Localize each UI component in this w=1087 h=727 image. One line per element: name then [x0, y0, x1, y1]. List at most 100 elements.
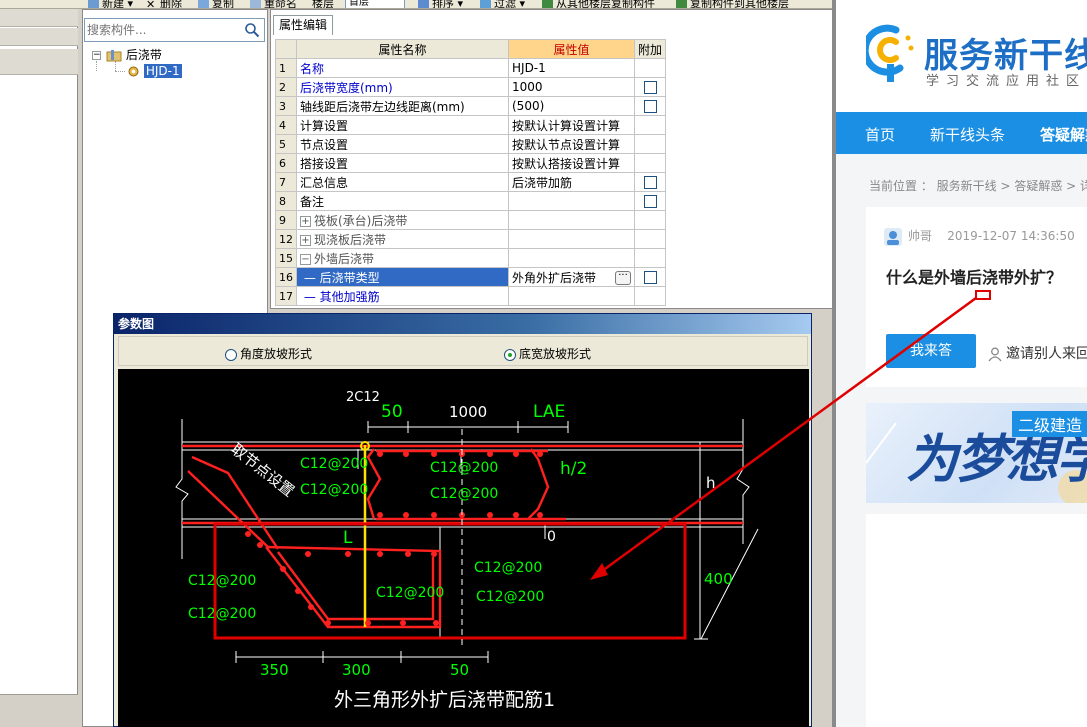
new-button[interactable]: 新建 ▾ [88, 0, 133, 8]
tree-item-hjd1[interactable]: HJD-1 [127, 63, 182, 79]
property-group-name: + 现浇板后浇带 [296, 229, 509, 249]
property-value-cell[interactable]: 外角外扩后浇带 ··· [508, 267, 635, 287]
sort-icon [418, 0, 429, 8]
row-number: 4 [275, 115, 297, 135]
table-row[interactable]: 8 备注 [275, 191, 667, 211]
expand-icon[interactable]: + [300, 215, 311, 227]
breadcrumb[interactable]: 当前位置 ： 服务新干线 > 答疑解惑 > 详 [869, 177, 1087, 194]
add-cell [633, 267, 667, 287]
add-checkbox[interactable] [643, 81, 657, 94]
filter-button[interactable]: 过滤 ▾ [480, 0, 525, 8]
property-value[interactable]: 按默认搭接设置计算 [508, 153, 635, 173]
promo-banner[interactable]: 为梦想学 二级建造 [866, 403, 1087, 503]
left-panel-bar-1[interactable] [0, 9, 78, 27]
table-row[interactable]: 17 — 其他加强筋 [275, 286, 667, 306]
radio-angle-slope[interactable]: 角度放坡形式 [225, 345, 312, 362]
nav-headlines[interactable]: 新干线头条 [930, 124, 1005, 145]
floor-select[interactable]: 首层 [345, 0, 405, 8]
delete-button[interactable]: ✕ 删除 [146, 0, 182, 9]
property-name: 节点设置 [296, 134, 509, 154]
rename-label: 重命名 [264, 0, 297, 9]
radio-circle-checked [504, 348, 516, 361]
table-row[interactable]: 9 + 筏板(承台)后浇带 [275, 210, 667, 230]
collapse-icon[interactable]: − [300, 253, 311, 265]
row-number: 9 [275, 210, 297, 230]
search-icon[interactable] [244, 22, 260, 38]
post-date: 2019-12-07 14:36:50 [947, 229, 1075, 243]
property-group-name: − 外墙后浇带 [296, 248, 509, 268]
radio-bottom-width-slope[interactable]: 底宽放坡形式 [504, 345, 591, 362]
main-toolbar: 新建 ▾ ✕ 删除 复制 重命名 楼层 首层 排序 ▾ 过滤 ▾ 从其他楼层复制构… [0, 0, 832, 9]
expand-icon[interactable]: + [300, 234, 311, 246]
answer-button[interactable]: 我来答 [886, 334, 976, 368]
row-number: 8 [275, 191, 297, 211]
table-row[interactable]: 15 − 外墙后浇带 [275, 248, 667, 268]
site-logo-icon[interactable] [866, 24, 916, 88]
table-row[interactable]: 6 搭接设置 按默认搭接设置计算 [275, 153, 667, 173]
left-panel-bar-2[interactable] [0, 28, 78, 46]
gear-icon [128, 66, 139, 77]
table-row[interactable]: 1 名称 HJD-1 [275, 58, 667, 78]
add-cell [633, 115, 667, 135]
group-label: 外墙后浇带 [314, 251, 375, 266]
window-title[interactable]: 参数图 [114, 314, 811, 334]
property-value[interactable] [508, 286, 635, 306]
copy-from-floor-button[interactable]: 从其他楼层复制构件 [542, 0, 655, 8]
copy-button[interactable]: 复制 [198, 0, 234, 8]
row-number: 16 [275, 267, 297, 287]
left-panel-bottom [0, 694, 78, 727]
user-avatar-icon [887, 230, 899, 245]
rename-button[interactable]: 重命名 [250, 0, 297, 9]
property-value[interactable]: 1000 [508, 77, 635, 97]
diagram-caption: 外三角形外扩后浇带配筋1 [334, 689, 555, 711]
add-checkbox[interactable] [643, 195, 657, 208]
search-input[interactable] [87, 22, 237, 38]
property-add-header: 附加 [633, 39, 667, 59]
add-checkbox[interactable] [643, 271, 657, 284]
add-cell [633, 191, 667, 211]
add-cell [633, 210, 667, 230]
copy-to-floor-icon [676, 0, 687, 8]
add-checkbox[interactable] [643, 176, 657, 189]
label-c12-d: C12@200 [430, 486, 498, 502]
property-value[interactable]: (500) [508, 96, 635, 116]
table-row[interactable]: 3 轴线距后浇带左边线距离(mm) (500) [275, 96, 667, 116]
invite-button[interactable]: 邀请别人来回 [988, 343, 1087, 363]
author-name[interactable]: 帅哥 [908, 229, 932, 243]
tree-collapse-toggle[interactable]: − [92, 51, 101, 60]
copy-to-floor-button[interactable]: 复制构件到其他楼层 [676, 0, 789, 8]
search-box [84, 18, 265, 42]
sort-button[interactable]: 排序 ▾ [418, 0, 463, 8]
label-lae: LAE [533, 402, 565, 422]
site-header: 服务新干线 学习交流应用社区 [836, 0, 1087, 112]
add-checkbox[interactable] [643, 100, 657, 113]
property-value[interactable]: 按默认节点设置计算 [508, 134, 635, 154]
avatar[interactable] [884, 227, 902, 246]
tree-connector-3 [115, 71, 125, 72]
left-panel-bar-3[interactable] [0, 49, 78, 75]
more-options-button[interactable]: ··· [615, 270, 631, 285]
property-value: 外角外扩后浇带 [512, 270, 597, 285]
nav-qa[interactable]: 答疑解惑 [1040, 124, 1087, 145]
property-value [508, 248, 635, 268]
nav-home[interactable]: 首页 [865, 124, 895, 145]
property-value[interactable]: HJD-1 [508, 58, 635, 78]
table-row-selected[interactable]: 16 — 后浇带类型 外角外扩后浇带 ··· [275, 267, 667, 287]
property-value-header: 属性值 [508, 39, 635, 59]
table-row[interactable]: 5 节点设置 按默认节点设置计算 [275, 134, 667, 154]
tab-property-edit[interactable]: 属性编辑 [273, 15, 333, 35]
property-name-cell: — 其他加强筋 [296, 286, 509, 306]
rename-icon [250, 0, 261, 8]
delete-icon: ✕ [146, 0, 156, 9]
property-group-name: + 筏板(承台)后浇带 [296, 210, 509, 230]
property-value[interactable] [508, 191, 635, 211]
table-row[interactable]: 4 计算设置 按默认计算设置计算 [275, 115, 667, 135]
property-value[interactable]: 按默认计算设置计算 [508, 115, 635, 135]
table-row[interactable]: 7 汇总信息 后浇带加筋 [275, 172, 667, 192]
site-slogan: 学习交流应用社区 [926, 74, 1087, 89]
table-row[interactable]: 2 后浇带宽度(mm) 1000 [275, 77, 667, 97]
table-row[interactable]: 12 + 现浇板后浇带 [275, 229, 667, 249]
label-top-bar: 2C12 [346, 390, 380, 405]
label-h: h [706, 474, 716, 492]
property-value[interactable]: 后浇带加筋 [508, 172, 635, 192]
